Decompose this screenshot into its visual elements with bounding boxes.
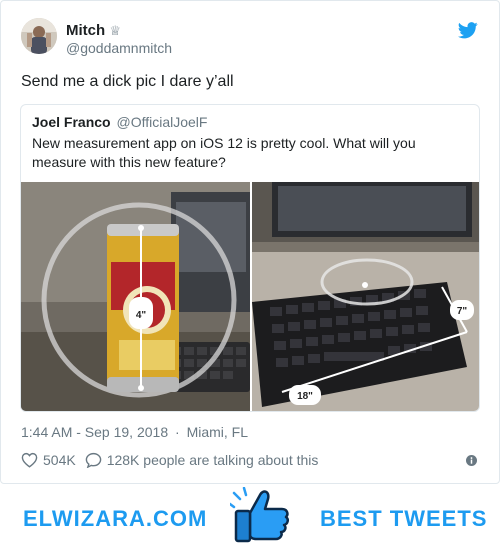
tweet-timestamp-row: 1:44 AM - Sep 19, 2018 · Miami, FL [21, 424, 248, 440]
footer-site-name: ELWIZARA.COM [23, 506, 208, 531]
tweet-timestamp[interactable]: 1:44 AM - Sep 19, 2018 [21, 424, 168, 440]
quoted-tweet[interactable]: Joel Franco @OfficialJoelF New measureme… [20, 104, 480, 412]
speech-bubble-icon[interactable] [85, 452, 102, 468]
author-name[interactable]: Mitch [66, 22, 105, 39]
author-handle[interactable]: @goddamnmitch [66, 40, 172, 56]
keyboard-width-label: 18" [297, 391, 313, 402]
quoted-author-name: Joel Franco [32, 114, 111, 130]
like-count[interactable]: 504K [43, 452, 76, 468]
can-measure-label: 4" [136, 310, 147, 321]
tweet-location[interactable]: Miami, FL [187, 424, 248, 440]
quoted-author-row: Joel Franco @OfficialJoelF [32, 114, 207, 130]
author-badge: ♕ [109, 23, 121, 38]
tweet-actions: 504K 128K people are talking about this [21, 451, 318, 469]
quoted-author-handle: @OfficialJoelF [116, 114, 208, 130]
author-name-row[interactable]: Mitch ♕ [66, 22, 121, 39]
twitter-bird-icon[interactable] [458, 22, 478, 39]
tweet-text: Send me a dick pic I dare y’all [21, 73, 234, 90]
author-avatar[interactable] [21, 18, 57, 54]
quoted-media: 4" 18" 7" [21, 182, 479, 411]
quoted-tweet-text: New measurement app on iOS 12 is pretty … [32, 135, 416, 170]
timestamp-separator: · [175, 424, 180, 440]
info-icon[interactable] [466, 455, 477, 466]
conversation-link[interactable]: 128K people are talking about this [107, 452, 319, 468]
media-photo-keyboard[interactable]: 18" 7" [252, 182, 479, 411]
heart-icon[interactable] [21, 452, 38, 468]
thumbs-up-icon [230, 487, 289, 543]
footer-tagline: BEST TWEETS [320, 506, 488, 531]
media-photo-can[interactable]: 4" [21, 182, 250, 411]
keyboard-depth-label: 7" [457, 306, 468, 317]
